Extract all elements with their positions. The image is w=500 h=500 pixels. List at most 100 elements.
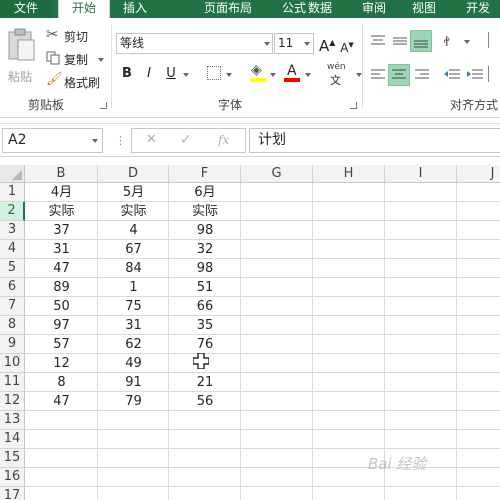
column-header-h[interactable]: H: [313, 165, 385, 183]
underline-button[interactable]: U: [163, 65, 179, 83]
fill-color-button[interactable]: ◈: [250, 62, 268, 84]
copy-button[interactable]: 复制: [44, 50, 108, 68]
table-cell[interactable]: 67: [98, 240, 169, 259]
worksheet-grid[interactable]: B D F G H I J 1 2 3 4 5 6 7 8 9 10 11 12 13 14 15 16 17 …: [0, 165, 500, 500]
table-cell[interactable]: 21: [169, 373, 241, 392]
table-cell[interactable]: 47: [25, 259, 98, 278]
table-cell[interactable]: 47: [25, 392, 98, 411]
table-cell[interactable]: 4月: [25, 183, 98, 202]
clipboard-launcher-icon[interactable]: [100, 102, 107, 109]
row-header[interactable]: 12: [0, 392, 25, 411]
column-header-b[interactable]: B: [25, 165, 98, 183]
format-painter-button[interactable]: 🖌 格式刷: [44, 72, 106, 91]
table-cell[interactable]: 4: [98, 221, 169, 240]
chevron-down-icon[interactable]: [270, 73, 276, 77]
table-cell[interactable]: 50: [25, 297, 98, 316]
tab-review[interactable]: 审阅: [354, 0, 394, 18]
row-header[interactable]: 16: [0, 468, 25, 487]
table-cell[interactable]: 51: [169, 278, 241, 297]
table-cell[interactable]: 57: [25, 335, 98, 354]
row-header[interactable]: 14: [0, 430, 25, 449]
tab-view[interactable]: 视图: [404, 0, 444, 18]
chevron-down-icon[interactable]: [226, 73, 232, 77]
row-header[interactable]: 7: [0, 297, 25, 316]
phonetic-button[interactable]: wén 文: [324, 62, 354, 87]
tab-insert[interactable]: 插入: [112, 0, 158, 18]
font-size-dropdown[interactable]: 11: [274, 33, 314, 54]
tab-page-layout[interactable]: 页面布局: [196, 0, 260, 18]
align-left-icon[interactable]: [370, 68, 386, 82]
row-header[interactable]: 4: [0, 240, 25, 259]
increase-indent-icon[interactable]: [466, 68, 484, 82]
row-header[interactable]: 13: [0, 411, 25, 430]
table-cell[interactable]: 84: [98, 259, 169, 278]
table-cell[interactable]: 5月: [98, 183, 169, 202]
table-cell[interactable]: 76: [169, 335, 241, 354]
borders-icon[interactable]: [207, 66, 221, 80]
chevron-down-icon[interactable]: [305, 73, 311, 77]
paste-button[interactable]: 粘贴: [4, 26, 38, 88]
font-color-button[interactable]: A: [284, 62, 302, 84]
tab-data[interactable]: 数据: [300, 0, 340, 18]
select-all-corner[interactable]: [0, 165, 25, 183]
table-cell[interactable]: 6月: [169, 183, 241, 202]
tab-file[interactable]: 文件: [0, 0, 52, 18]
italic-button[interactable]: I: [141, 65, 157, 83]
table-cell[interactable]: 98: [169, 259, 241, 278]
table-cell[interactable]: 49: [98, 354, 169, 373]
table-cell[interactable]: 31: [98, 316, 169, 335]
column-header-f[interactable]: F: [169, 165, 241, 183]
enter-icon[interactable]: ✓: [180, 132, 192, 148]
table-cell[interactable]: 97: [25, 316, 98, 335]
wrap-text-icon[interactable]: [488, 32, 500, 48]
table-cell[interactable]: 56: [169, 392, 241, 411]
column-header-g[interactable]: G: [241, 165, 313, 183]
table-cell[interactable]: 75: [98, 297, 169, 316]
shrink-font-button[interactable]: A▼: [340, 36, 354, 57]
row-header[interactable]: 5: [0, 259, 25, 278]
row-header[interactable]: 1: [0, 183, 25, 202]
table-cell[interactable]: 79: [98, 392, 169, 411]
row-header[interactable]: 6: [0, 278, 25, 297]
align-bottom-button[interactable]: [410, 30, 432, 52]
cut-button[interactable]: ✂ 剪切: [44, 25, 102, 45]
table-cell[interactable]: 12: [25, 354, 98, 373]
table-cell[interactable]: 98: [169, 221, 241, 240]
table-cell[interactable]: 35: [169, 316, 241, 335]
table-cell[interactable]: 91: [98, 373, 169, 392]
more-options-icon[interactable]: ⋮: [115, 134, 126, 147]
align-center-button[interactable]: [388, 64, 410, 86]
align-top-icon[interactable]: [370, 34, 386, 48]
row-header[interactable]: 11: [0, 373, 25, 392]
table-cell[interactable]: 31: [25, 240, 98, 259]
table-cell[interactable]: 62: [98, 335, 169, 354]
table-cell[interactable]: 实际: [98, 202, 169, 221]
column-header-i[interactable]: I: [385, 165, 457, 183]
font-name-dropdown[interactable]: 等线: [116, 33, 273, 54]
merge-center-icon[interactable]: [488, 66, 500, 82]
row-header[interactable]: 3: [0, 221, 25, 240]
row-header[interactable]: 8: [0, 316, 25, 335]
table-cell[interactable]: 1: [98, 278, 169, 297]
table-cell[interactable]: 37: [25, 221, 98, 240]
formula-input[interactable]: 计划: [249, 128, 500, 153]
table-cell[interactable]: 32: [169, 240, 241, 259]
tab-developer[interactable]: 开发: [456, 0, 500, 18]
column-header-d[interactable]: D: [98, 165, 169, 183]
chevron-down-icon[interactable]: [183, 73, 189, 77]
align-middle-icon[interactable]: [392, 34, 408, 48]
orientation-button[interactable]: ꬷ: [444, 32, 472, 50]
table-cell[interactable]: 66: [169, 297, 241, 316]
decrease-indent-icon[interactable]: [443, 68, 461, 82]
table-cell[interactable]: 实际: [169, 202, 241, 221]
align-right-icon[interactable]: [414, 68, 430, 82]
insert-function-icon[interactable]: fx: [218, 133, 229, 147]
font-launcher-icon[interactable]: [350, 102, 357, 109]
row-header[interactable]: 9: [0, 335, 25, 354]
name-box[interactable]: A2: [2, 128, 103, 153]
table-cell[interactable]: 实际: [25, 202, 98, 221]
row-header[interactable]: 17: [0, 487, 25, 500]
cancel-icon[interactable]: ✕: [146, 132, 157, 147]
row-header[interactable]: 2: [0, 202, 25, 221]
table-cell[interactable]: 8: [25, 373, 98, 392]
